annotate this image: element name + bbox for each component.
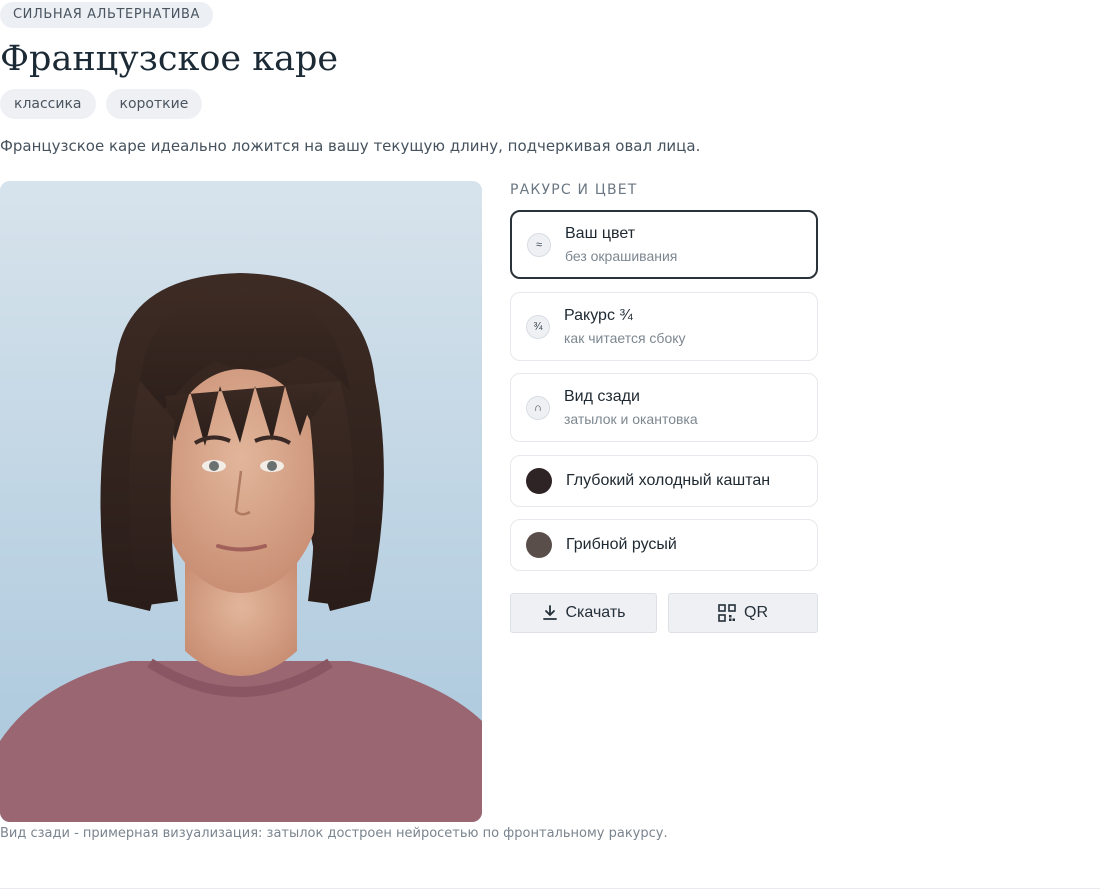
action-buttons: Скачать QR [510, 593, 818, 635]
option-three-quarter-view[interactable]: ¾ Ракурс ¾ как читается сбоку [510, 292, 818, 361]
category-badge: СИЛЬНАЯ АЛЬТЕРНАТИВА [0, 2, 214, 28]
color-option-mushroom-blonde[interactable]: Грибной русый [510, 519, 818, 571]
color-option-deep-cool-chestnut[interactable]: Глубокий холодный каштан [510, 455, 818, 507]
option-title: Вид сзади [564, 388, 640, 405]
portrait-illustration [0, 181, 482, 822]
color-option-label: Глубокий холодный каштан [566, 472, 771, 489]
download-label: Скачать [565, 604, 626, 621]
style-description: Французское каре идеально ложится на ваш… [0, 137, 701, 155]
hairstyle-preview-image [0, 181, 482, 822]
preview-disclaimer: Вид сзади - примерная визуализация: заты… [0, 826, 668, 841]
qr-label: QR [744, 604, 768, 621]
qr-icon [718, 604, 736, 622]
color-swatch [526, 532, 552, 558]
page-title: Французское каре [0, 39, 339, 79]
divider [0, 888, 1100, 889]
download-button[interactable]: Скачать [510, 593, 657, 633]
qr-button[interactable]: QR [668, 593, 818, 633]
option-title: Ракурс ¾ [564, 307, 633, 324]
tag-list: классика короткие [0, 89, 203, 119]
option-subtitle: без окрашивания [565, 248, 678, 264]
color-wave-icon: ≈ [527, 232, 551, 257]
view-color-panel: РАКУРС И ЦВЕТ ≈ Ваш цвет без окрашивания… [510, 180, 818, 633]
download-icon [542, 605, 557, 620]
option-your-color[interactable]: ≈ Ваш цвет без окрашивания [510, 210, 818, 279]
option-subtitle: как читается сбоку [564, 330, 686, 346]
color-swatch [526, 468, 552, 494]
option-title: Ваш цвет [565, 225, 636, 242]
section-label-view-color: РАКУРС И ЦВЕТ [510, 182, 638, 198]
tag-short[interactable]: короткие [105, 89, 203, 119]
option-subtitle: затылок и окантовка [564, 411, 698, 427]
color-option-label: Грибной русый [566, 536, 677, 553]
three-quarter-icon: ¾ [526, 314, 550, 339]
tag-classic[interactable]: классика [0, 89, 96, 119]
back-view-icon: ∩ [526, 395, 550, 420]
option-back-view[interactable]: ∩ Вид сзади затылок и окантовка [510, 373, 818, 442]
